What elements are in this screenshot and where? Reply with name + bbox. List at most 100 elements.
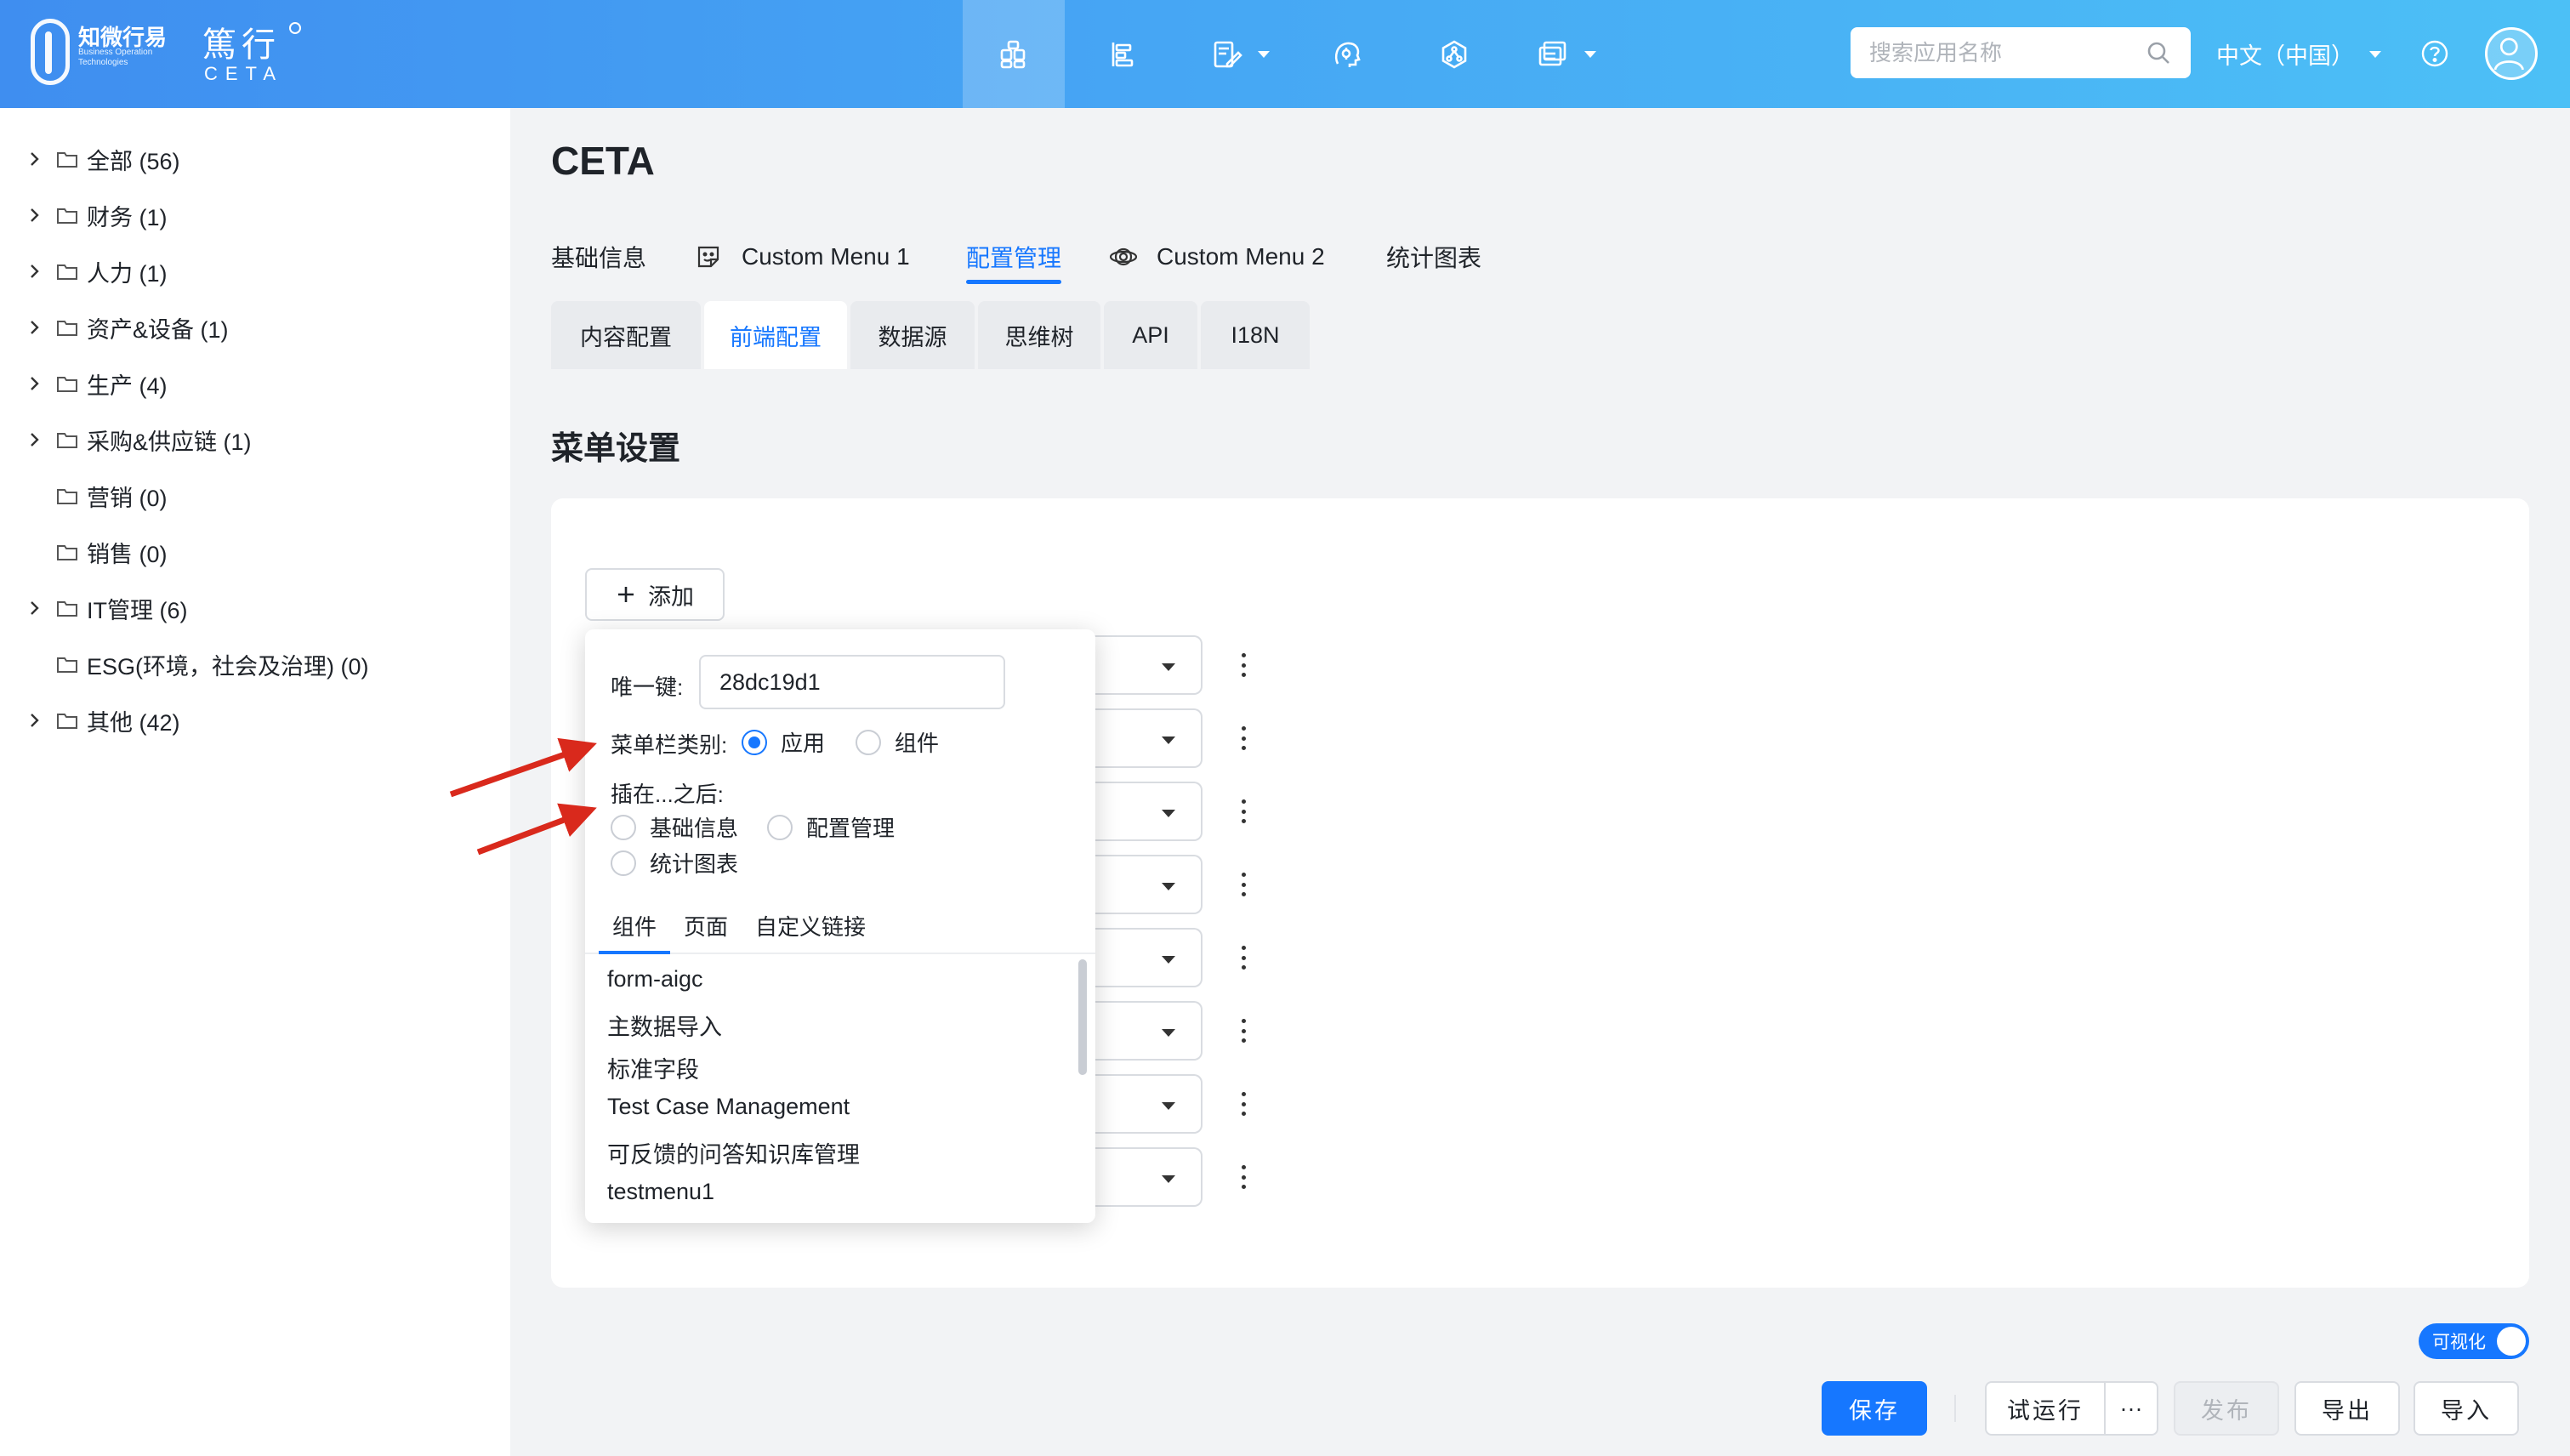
category-tree-item[interactable]: 人力 (1) — [0, 246, 510, 297]
radio-unselected-icon — [856, 729, 881, 755]
section-title: 菜单设置 — [551, 431, 681, 467]
more-vertical-icon[interactable] — [1235, 1014, 1252, 1048]
chevron-right-icon[interactable] — [26, 711, 44, 730]
subtab-data-source[interactable]: 数据源 — [850, 301, 975, 369]
tab-label: 基础信息 — [551, 245, 647, 271]
more-vertical-icon[interactable] — [1235, 794, 1252, 828]
more-vertical-icon[interactable] — [1235, 941, 1252, 975]
chevron-right-icon[interactable] — [26, 430, 44, 449]
category-label: 资产&设备 (1) — [87, 316, 229, 343]
chevron-right-icon[interactable] — [26, 206, 44, 225]
list-item[interactable]: 主数据导入 — [607, 1009, 722, 1042]
list-item[interactable]: form-aigc — [607, 966, 703, 992]
subtab-api[interactable]: API — [1104, 301, 1197, 369]
nav-display-button[interactable] — [1509, 0, 1624, 108]
export-button[interactable]: 导出 — [2294, 1381, 2400, 1436]
popover-tab-component[interactable]: 组件 — [598, 910, 671, 954]
radio-insert-config-management[interactable]: 配置管理 — [767, 811, 895, 843]
radio-category-component[interactable]: 组件 — [856, 726, 939, 758]
category-tree-item[interactable]: IT管理 (6) — [0, 583, 510, 634]
category-sidebar: 全部 (56) 财务 (1) 人力 (1) 资产&设备 (1) 生产 (4) 采… — [0, 108, 510, 1456]
radio-insert-basic-info[interactable]: 基础信息 — [611, 811, 738, 843]
folder-icon — [57, 377, 77, 392]
subtab-i18n[interactable]: I18N — [1201, 301, 1310, 369]
tab-statistics-chart[interactable]: 统计图表 — [1386, 230, 1481, 284]
list-item[interactable]: Test Case Management — [607, 1094, 850, 1120]
language-selector[interactable]: 中文（中国） — [2216, 37, 2381, 71]
more-vertical-icon[interactable] — [1235, 721, 1252, 755]
subtab-content-config[interactable]: 内容配置 — [551, 301, 701, 369]
list-item[interactable]: 可反馈的问答知识库管理 — [607, 1136, 860, 1169]
category-tree-item[interactable]: 财务 (1) — [0, 190, 510, 241]
form-edit-icon — [1214, 41, 1242, 67]
nav-ai-button[interactable] — [1296, 0, 1398, 108]
logo-company-subtitle: Business Operation Technologies — [78, 48, 153, 67]
chevron-down-icon — [1258, 50, 1270, 58]
chevron-down-icon — [2369, 50, 2381, 58]
more-vertical-icon[interactable] — [1235, 867, 1252, 901]
category-label: IT管理 (6) — [87, 597, 188, 623]
chevron-right-icon[interactable] — [26, 374, 44, 393]
chevron-right-icon[interactable] — [26, 150, 44, 168]
category-tree-item[interactable]: 生产 (4) — [0, 358, 510, 409]
screen-display-icon — [1538, 41, 1566, 65]
help-icon[interactable] — [2420, 39, 2449, 68]
more-vertical-icon[interactable] — [1235, 1160, 1252, 1194]
publish-button[interactable]: 发布 — [2174, 1381, 2279, 1436]
tab-label: Custom Menu 2 — [1157, 243, 1325, 270]
radio-unselected-icon — [611, 850, 636, 876]
user-avatar[interactable] — [2485, 27, 2538, 80]
radio-label: 应用 — [781, 731, 826, 756]
chevron-right-icon[interactable] — [26, 318, 44, 337]
more-actions-button[interactable]: ··· — [2104, 1381, 2158, 1436]
registered-mark-icon — [289, 22, 301, 34]
radio-label: 配置管理 — [806, 816, 896, 841]
nav-app-grid-button[interactable] — [963, 0, 1065, 108]
more-vertical-icon[interactable] — [1235, 1087, 1252, 1121]
category-tree-item[interactable]: 销售 (0) — [0, 526, 510, 577]
caret-down-icon — [1162, 663, 1175, 671]
tab-custom-menu-1[interactable]: Custom Menu 1 — [694, 230, 910, 284]
subtab-mind-tree[interactable]: 思维树 — [978, 301, 1100, 369]
radio-unselected-icon — [767, 814, 793, 840]
category-tree-item[interactable]: ESG(环境，社会及治理) (0) — [0, 639, 510, 690]
nav-gantt-button[interactable] — [1072, 0, 1174, 108]
import-button[interactable]: 导入 — [2414, 1381, 2519, 1436]
radio-insert-statistics-chart[interactable]: 统计图表 — [611, 847, 738, 879]
tab-config-management[interactable]: 配置管理 — [966, 230, 1062, 284]
app-search-input[interactable] — [1851, 27, 2191, 78]
tab-custom-menu-2[interactable]: Custom Menu 2 — [1109, 230, 1325, 284]
search-icon[interactable] — [2145, 39, 2172, 66]
category-tree-item[interactable]: 采购&供应链 (1) — [0, 414, 510, 465]
list-scrollbar[interactable] — [1078, 959, 1087, 1075]
chevron-right-icon[interactable] — [26, 599, 44, 617]
category-tree-item[interactable]: 资产&设备 (1) — [0, 302, 510, 353]
radio-label: 基础信息 — [650, 816, 739, 841]
chevron-right-icon[interactable] — [26, 262, 44, 281]
language-label: 中文（中国） — [2216, 43, 2354, 69]
unique-key-input[interactable] — [699, 655, 1005, 709]
add-menu-button[interactable]: 添加 — [585, 568, 725, 621]
popover-tab-custom-link[interactable]: 自定义链接 — [755, 910, 866, 941]
nav-flow-button[interactable] — [1403, 0, 1505, 108]
category-tree-item[interactable]: 其他 (42) — [0, 695, 510, 746]
category-tree-item[interactable]: 全部 (56) — [0, 134, 510, 185]
tab-label: Custom Menu 1 — [742, 243, 910, 270]
app-grid-icon — [1000, 40, 1026, 68]
category-label: ESG(环境，社会及治理) (0) — [87, 653, 369, 680]
tab-basic-info[interactable]: 基础信息 — [551, 230, 646, 284]
save-button[interactable]: 保存 — [1822, 1381, 1927, 1436]
list-item[interactable]: testmenu1 — [607, 1179, 714, 1205]
trial-run-button[interactable]: 试运行 — [1985, 1381, 2106, 1436]
category-tree-item[interactable]: 营销 (0) — [0, 470, 510, 521]
radio-category-app[interactable]: 应用 — [742, 726, 825, 758]
folder-icon — [57, 657, 77, 673]
chevron-down-icon — [1584, 50, 1596, 58]
list-item[interactable]: 标准字段 — [607, 1051, 699, 1084]
popover-tab-page[interactable]: 页面 — [684, 910, 728, 941]
more-vertical-icon[interactable] — [1235, 648, 1252, 682]
nav-form-edit-button[interactable] — [1182, 0, 1298, 108]
subtab-frontend-config[interactable]: 前端配置 — [704, 301, 847, 369]
visualize-toggle[interactable]: 可视化 — [2419, 1323, 2529, 1359]
brand-subtitle: CETA — [204, 63, 284, 84]
